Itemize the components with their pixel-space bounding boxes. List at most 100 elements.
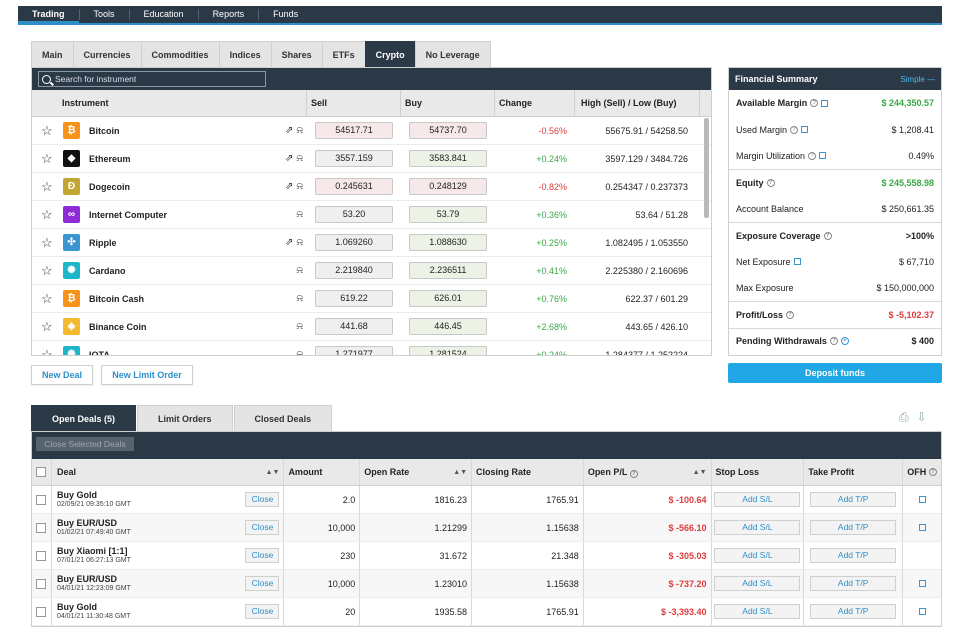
instrument-row[interactable]: ☆ ₿ Bitcoin Cash ⍾ 619.22 626.01 +0.76% 622.37 … (32, 285, 711, 313)
bell-icon[interactable]: ⍾ (296, 153, 303, 164)
chart-link-icon[interactable]: ⇗ (285, 125, 293, 136)
tab-commodities[interactable]: Commodities (140, 41, 220, 67)
bell-icon[interactable]: ⍾ (296, 237, 303, 248)
deal-checkbox[interactable] (36, 578, 47, 589)
close-deal-button[interactable]: Close (245, 520, 280, 535)
header-amount[interactable]: Amount (284, 459, 361, 485)
tab-limit-orders[interactable]: Limit Orders (137, 405, 233, 431)
sell-price-button[interactable]: 53.20 (315, 206, 393, 223)
add-take-profit-button[interactable]: Add T/P (810, 604, 897, 619)
favorite-star-icon[interactable]: ☆ (41, 152, 55, 165)
header-open-pl[interactable]: Open P/L ? ▲▼ (584, 459, 712, 485)
tab-etfs[interactable]: ETFs (321, 41, 366, 67)
buy-price-button[interactable]: 1.281524 (409, 346, 487, 355)
help-icon[interactable]: ? (790, 125, 799, 134)
help-icon[interactable]: ? (829, 337, 838, 346)
instrument-row[interactable]: ☆ Đ Dogecoin ⇗ ⍾ 0.245631 0.248129 -0.82% 0.2543… (32, 173, 711, 201)
deal-checkbox[interactable] (36, 522, 47, 533)
tab-no-leverage[interactable]: No Leverage (414, 41, 491, 67)
header-deal[interactable]: Deal ▲▼ (52, 459, 285, 485)
select-all-checkbox[interactable] (36, 467, 47, 477)
buy-price-button[interactable]: 1.088630 (409, 234, 487, 251)
sell-price-button[interactable]: 1.271977 (315, 346, 393, 355)
buy-price-button[interactable]: 446.45 (409, 318, 487, 335)
add-stop-loss-button[interactable]: Add S/L (714, 492, 801, 507)
bell-icon[interactable]: ⍾ (296, 293, 303, 304)
nav-education[interactable]: Education (130, 6, 198, 23)
buy-price-button[interactable]: 54737.70 (409, 122, 487, 139)
favorite-star-icon[interactable]: ☆ (41, 124, 55, 137)
instrument-row[interactable]: ☆ ✺ Cardano ⍾ 2.219840 2.236511 +0.41% 2.225380… (32, 257, 711, 285)
add-stop-loss-button[interactable]: Add S/L (714, 520, 801, 535)
chart-link-icon[interactable]: ⇗ (285, 237, 293, 248)
favorite-star-icon[interactable]: ☆ (41, 180, 55, 193)
instrument-row[interactable]: ☆ ◈ Binance Coin ⍾ 441.68 446.45 +2.68% 443.65 … (32, 313, 711, 341)
bell-icon[interactable]: ⍾ (296, 209, 303, 220)
favorite-star-icon[interactable]: ☆ (41, 348, 55, 355)
buy-price-button[interactable]: 3583.841 (409, 150, 487, 167)
sell-price-button[interactable]: 441.68 (315, 318, 393, 335)
sell-price-button[interactable]: 3557.159 (315, 150, 393, 167)
tab-currencies[interactable]: Currencies (72, 41, 142, 67)
instrument-row[interactable]: ☆ ∞ Internet Computer ⍾ 53.20 53.79 +0.36% 53.6… (32, 201, 711, 229)
close-deal-button[interactable]: Close (245, 548, 280, 563)
ofh-link-icon[interactable] (918, 524, 926, 531)
sell-price-button[interactable]: 1.069260 (315, 234, 393, 251)
plus-icon[interactable]: + (840, 337, 849, 346)
close-deal-button[interactable]: Close (245, 576, 280, 591)
sell-price-button[interactable]: 0.245631 (315, 178, 393, 195)
nav-reports[interactable]: Reports (199, 6, 259, 23)
chart-link-icon[interactable]: ⇗ (285, 153, 293, 164)
help-icon[interactable]: ? (928, 468, 937, 476)
bell-icon[interactable]: ⍾ (296, 181, 303, 192)
nav-trading[interactable]: Trading (18, 6, 79, 23)
instrument-row[interactable]: ☆ ✣ Ripple ⇗ ⍾ 1.069260 1.088630 +0.25% 1.082495… (32, 229, 711, 257)
instrument-row[interactable]: ☆ ◆ Ethereum ⇗ ⍾ 3557.159 3583.841 +0.24% 3597.1… (32, 145, 711, 173)
nav-tools[interactable]: Tools (80, 6, 129, 23)
header-instrument[interactable]: Instrument (32, 90, 307, 116)
export-icon[interactable]: ⇩ (917, 410, 927, 425)
add-take-profit-button[interactable]: Add T/P (810, 576, 897, 591)
tab-open-deals-5[interactable]: Open Deals (5) (31, 405, 137, 431)
favorite-star-icon[interactable]: ☆ (41, 320, 55, 333)
new-limit-order-button[interactable]: New Limit Order (101, 365, 193, 385)
add-stop-loss-button[interactable]: Add S/L (714, 548, 801, 563)
instrument-row[interactable]: ☆ ✺ IOTA ⍾ 1.271977 1.281524 +0.24% 1.284377 / … (32, 341, 711, 355)
print-icon[interactable]: ⎙ (899, 410, 909, 425)
bell-icon[interactable]: ⍾ (296, 349, 303, 355)
close-deal-button[interactable]: Close (245, 492, 280, 507)
tab-closed-deals[interactable]: Closed Deals (233, 405, 333, 431)
header-take-profit[interactable]: Take Profit (804, 459, 904, 485)
deal-checkbox[interactable] (36, 606, 47, 617)
header-ofh[interactable]: OFH ? (903, 459, 941, 485)
add-take-profit-button[interactable]: Add T/P (810, 548, 897, 563)
external-link-icon[interactable] (793, 258, 801, 266)
buy-price-button[interactable]: 626.01 (409, 290, 487, 307)
deal-checkbox[interactable] (36, 494, 47, 505)
header-high-low[interactable]: High (Sell) / Low (Buy) (575, 90, 700, 116)
tab-main[interactable]: Main (31, 41, 74, 67)
simple-mode-toggle[interactable]: Simple — (900, 75, 935, 84)
close-deal-button[interactable]: Close (245, 604, 280, 619)
new-deal-button[interactable]: New Deal (31, 365, 93, 385)
favorite-star-icon[interactable]: ☆ (41, 264, 55, 277)
ofh-link-icon[interactable] (918, 496, 926, 503)
favorite-star-icon[interactable]: ☆ (41, 292, 55, 305)
help-icon[interactable]: ? (766, 178, 775, 187)
search-input[interactable]: Search for instrument (38, 71, 266, 87)
buy-price-button[interactable]: 2.236511 (409, 262, 487, 279)
close-selected-deals-button[interactable]: Close Selected Deals (36, 437, 134, 451)
add-stop-loss-button[interactable]: Add S/L (714, 604, 801, 619)
favorite-star-icon[interactable]: ☆ (41, 236, 55, 249)
tab-crypto[interactable]: Crypto (364, 41, 416, 67)
chart-link-icon[interactable]: ⇗ (285, 181, 293, 192)
header-change[interactable]: Change (495, 90, 575, 116)
favorite-star-icon[interactable]: ☆ (41, 208, 55, 221)
header-sell[interactable]: Sell (307, 90, 401, 116)
add-take-profit-button[interactable]: Add T/P (810, 492, 897, 507)
deal-checkbox[interactable] (36, 550, 47, 561)
add-stop-loss-button[interactable]: Add S/L (714, 576, 801, 591)
header-stop-loss[interactable]: Stop Loss (712, 459, 805, 485)
instrument-row[interactable]: ☆ ₿ Bitcoin ⇗ ⍾ 54517.71 54737.70 -0.56% 55675.9… (32, 117, 711, 145)
bell-icon[interactable]: ⍾ (296, 265, 303, 276)
